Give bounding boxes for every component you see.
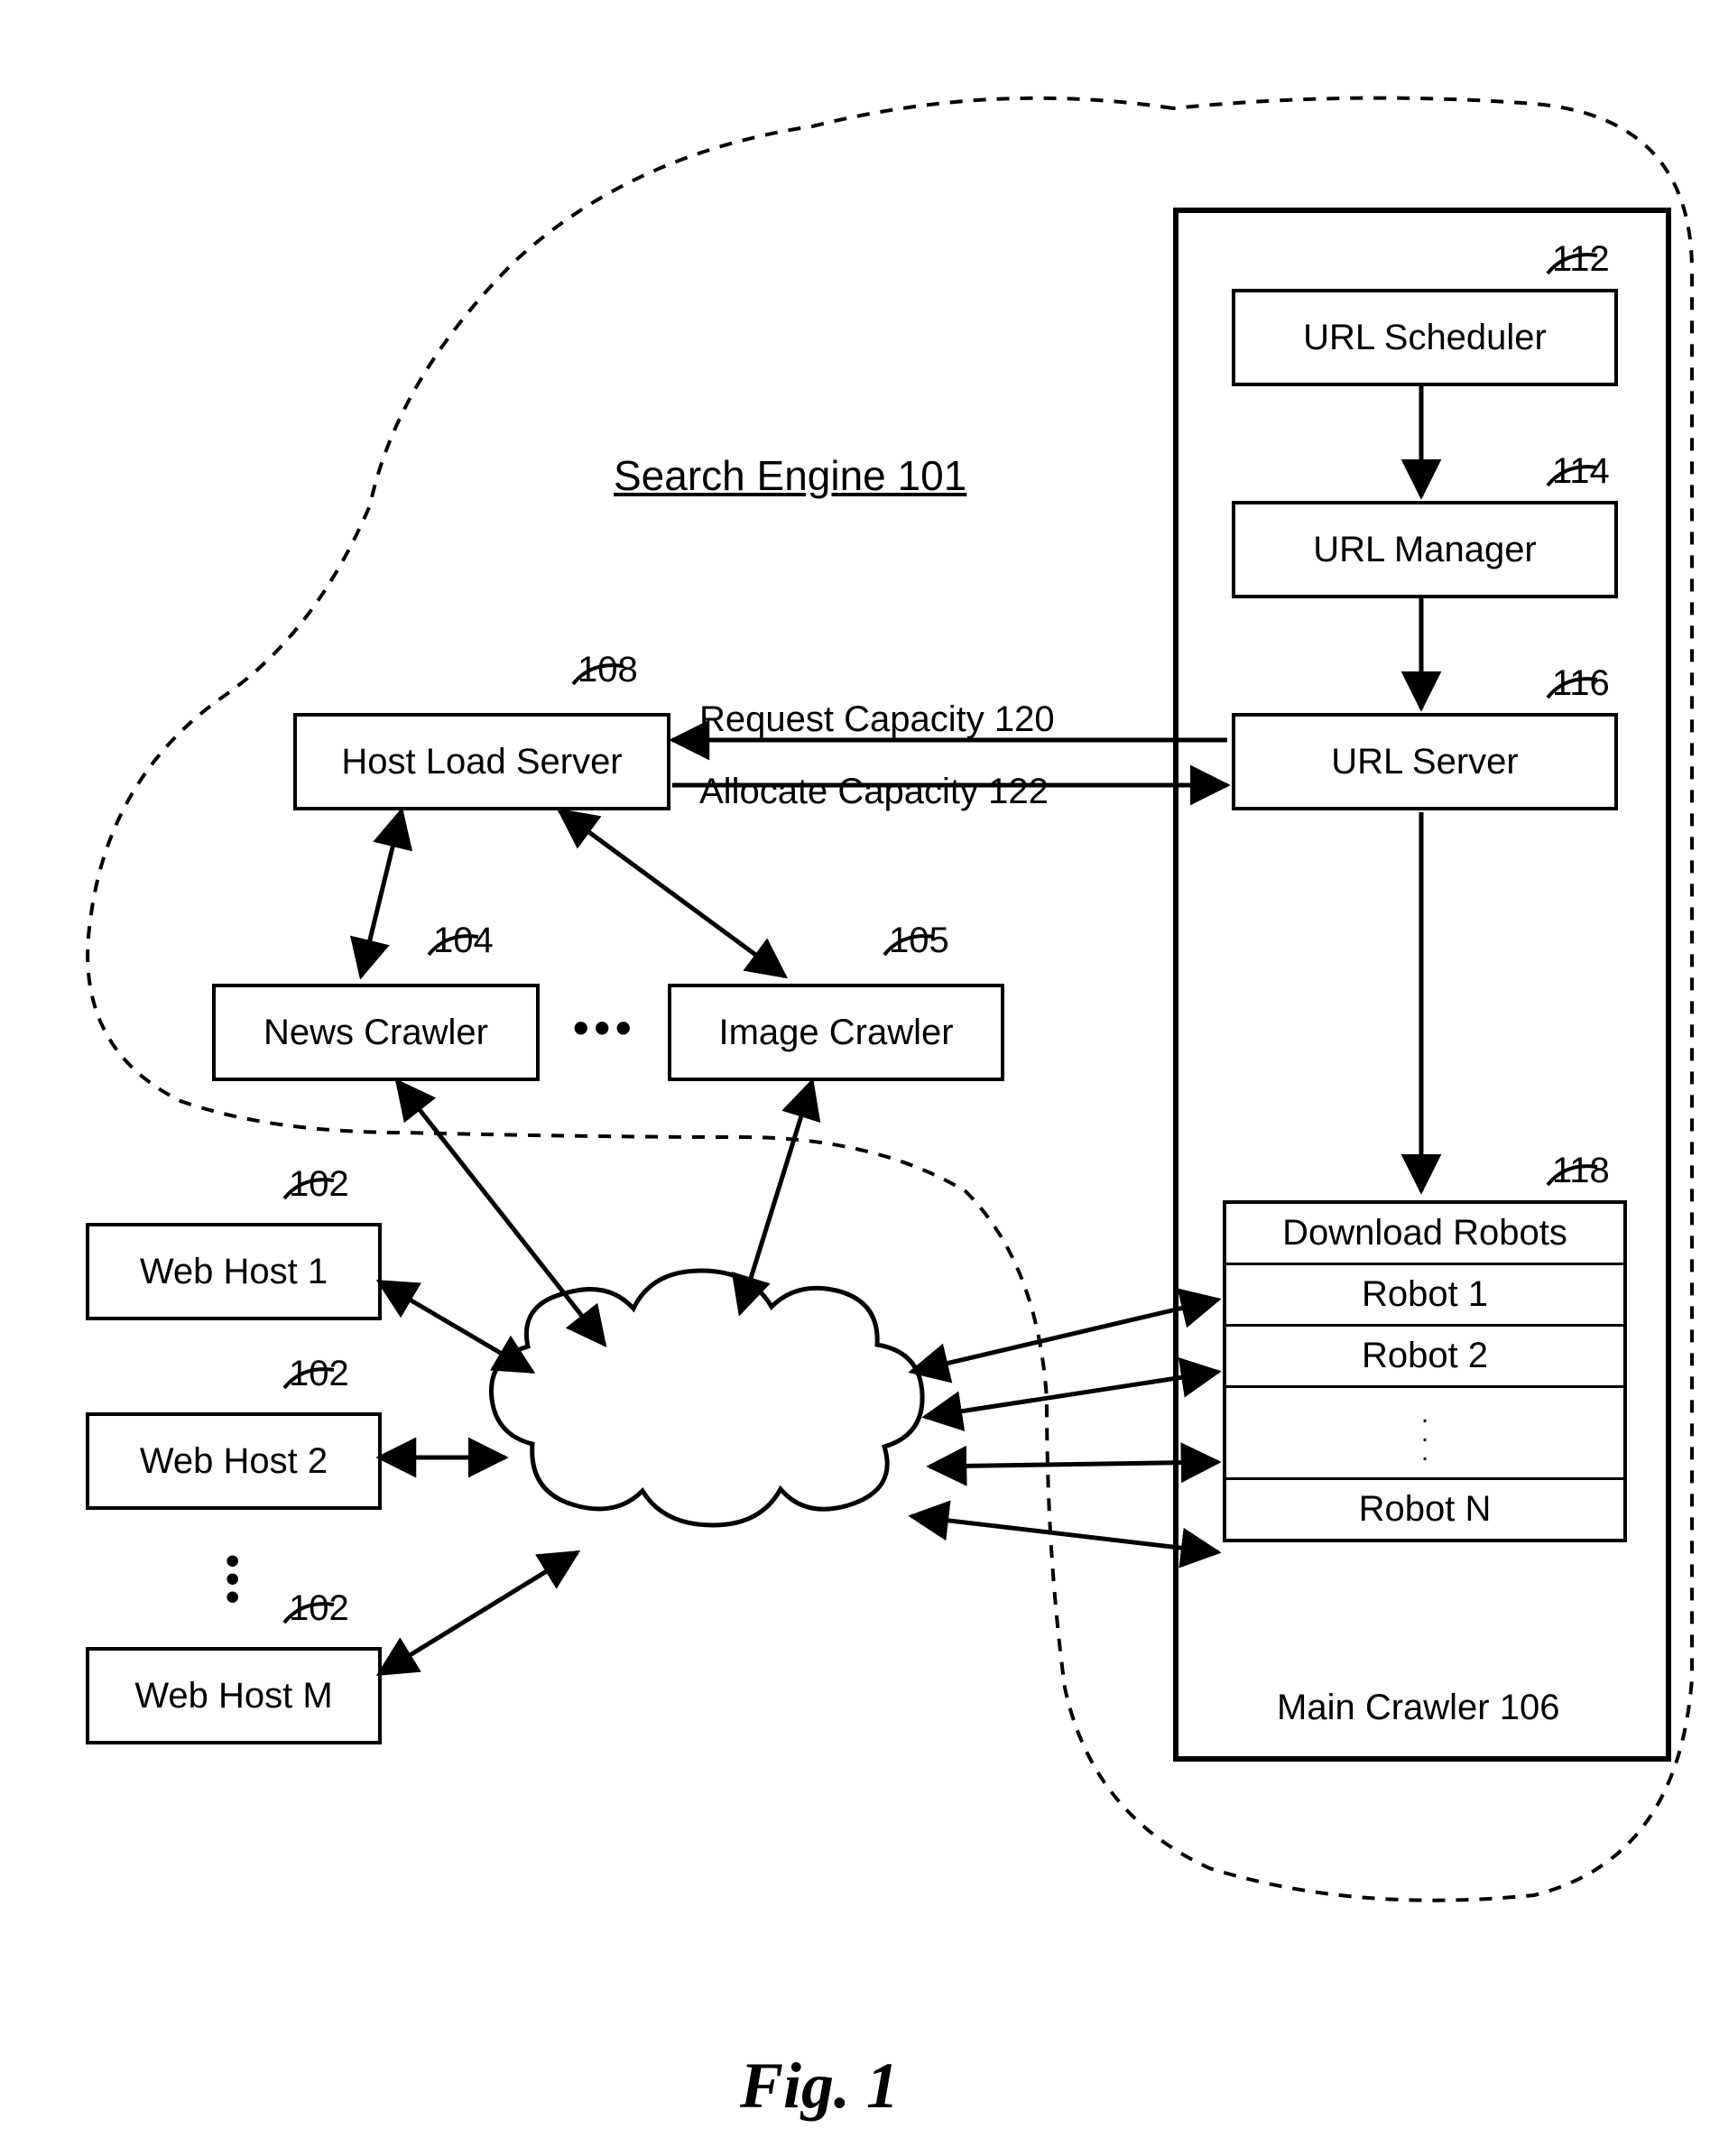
internet-cloud [492,1271,923,1525]
diagram-canvas: Search Engine 101 Main Crawler 106 URL S… [0,0,1710,2156]
diagram-svg [0,0,1710,2156]
search-engine-boundary [88,98,1692,1901]
